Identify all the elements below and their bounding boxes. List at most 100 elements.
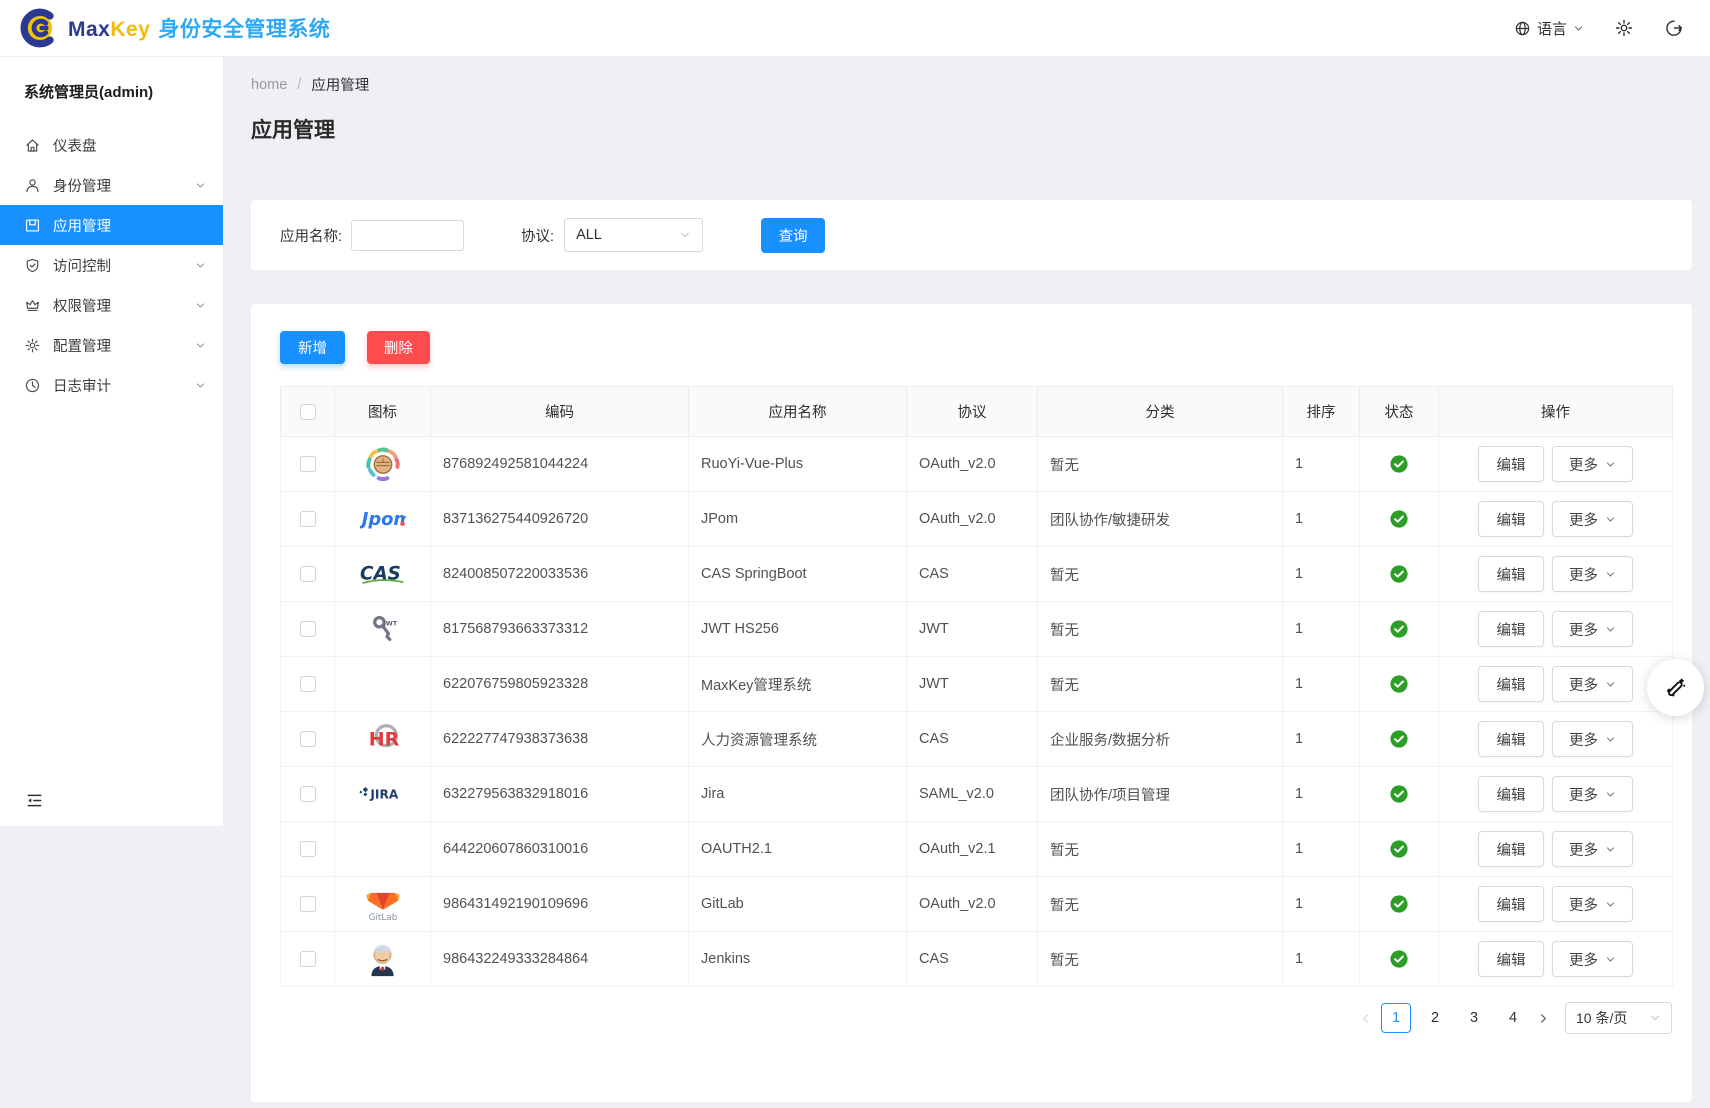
next-page-button[interactable] — [1537, 1012, 1550, 1025]
gear-icon — [24, 337, 41, 354]
page-number-3[interactable]: 3 — [1459, 1003, 1489, 1033]
row-checkbox[interactable] — [300, 841, 316, 857]
sidebar-item-identity[interactable]: 身份管理 — [0, 165, 223, 205]
row-checkbox[interactable] — [300, 731, 316, 747]
sidebar-item-access[interactable]: 访问控制 — [0, 245, 223, 285]
brand-max: Max — [68, 18, 110, 41]
more-button[interactable]: 更多 — [1552, 831, 1633, 867]
sidebar-item-dashboard[interactable]: 仪表盘 — [0, 125, 223, 165]
sidebar-item-label: 身份管理 — [53, 175, 111, 196]
row-checkbox[interactable] — [300, 456, 316, 472]
status-enabled-icon — [1389, 839, 1409, 859]
row-checkbox[interactable] — [300, 621, 316, 637]
row-checkbox[interactable] — [300, 566, 316, 582]
app-name: Jira — [689, 767, 907, 822]
sidebar-item-permission[interactable]: 权限管理 — [0, 285, 223, 325]
page-number-1[interactable]: 1 — [1381, 1003, 1411, 1033]
brand-suffix: 身份安全管理系统 — [158, 18, 330, 41]
more-button[interactable]: 更多 — [1552, 941, 1633, 977]
delete-button[interactable]: 删除 — [367, 331, 430, 364]
status-enabled-icon — [1389, 894, 1409, 914]
table-card: 新增 删除 图标编码应用名称协议分类排序状态操作 876892492581044… — [251, 304, 1692, 1102]
app-name-input[interactable] — [351, 220, 464, 251]
add-button[interactable]: 新增 — [280, 331, 345, 364]
chevron-down-icon — [1605, 954, 1616, 965]
globe-icon — [1514, 20, 1531, 37]
settings-gear-button[interactable] — [1614, 18, 1634, 38]
page-size-select[interactable]: 10 条/页 — [1565, 1002, 1672, 1034]
app-protocol: JWT — [907, 657, 1038, 712]
edit-button[interactable]: 编辑 — [1478, 446, 1544, 482]
more-button[interactable]: 更多 — [1552, 611, 1633, 647]
chevron-down-icon — [1649, 1012, 1661, 1024]
app-protocol: OAuth_v2.1 — [907, 822, 1038, 877]
more-button[interactable]: 更多 — [1552, 776, 1633, 812]
sidebar-item-audit[interactable]: 日志审计 — [0, 365, 223, 405]
row-checkbox[interactable] — [300, 896, 316, 912]
row-checkbox[interactable] — [300, 676, 316, 692]
theme-wand-button[interactable] — [1647, 659, 1704, 716]
clock-icon — [24, 377, 41, 394]
app-icon-jira: JIRA — [357, 785, 409, 804]
logout-icon[interactable] — [1664, 18, 1684, 38]
app-code: 986431492190109696 — [431, 877, 689, 932]
breadcrumb-home-link[interactable]: home — [251, 77, 287, 93]
column-header: 图标 — [335, 387, 431, 437]
edit-button[interactable]: 编辑 — [1478, 611, 1544, 647]
row-checkbox[interactable] — [300, 786, 316, 802]
app-code: 644220607860310016 — [431, 822, 689, 877]
app-protocol: CAS — [907, 932, 1038, 987]
user-icon — [24, 177, 41, 194]
protocol-select-value: ALL — [576, 227, 602, 243]
edit-button[interactable]: 编辑 — [1478, 831, 1544, 867]
table-row: 876892492581044224RuoYi-Vue-PlusOAuth_v2… — [281, 437, 1673, 492]
more-button[interactable]: 更多 — [1552, 446, 1633, 482]
more-button[interactable]: 更多 — [1552, 666, 1633, 702]
protocol-select[interactable]: ALL — [564, 218, 703, 252]
menu-fold-button[interactable] — [25, 791, 44, 810]
chevron-down-icon — [1605, 899, 1616, 910]
table-row: 644220607860310016OAUTH2.1OAuth_v2.1暂无1编… — [281, 822, 1673, 877]
edit-button[interactable]: 编辑 — [1478, 776, 1544, 812]
edit-button[interactable]: 编辑 — [1478, 886, 1544, 922]
edit-button[interactable]: 编辑 — [1478, 941, 1544, 977]
more-button[interactable]: 更多 — [1552, 721, 1633, 757]
svg-text:JWT: JWT — [382, 620, 397, 627]
more-button[interactable]: 更多 — [1552, 886, 1633, 922]
page-number-4[interactable]: 4 — [1498, 1003, 1528, 1033]
app-name-label: 应用名称: — [280, 225, 342, 246]
language-switcher[interactable]: 语言 — [1514, 18, 1584, 39]
app-icon-jwt: JWT — [365, 611, 401, 647]
status-enabled-icon — [1389, 454, 1409, 474]
row-checkbox[interactable] — [300, 511, 316, 527]
column-header: 编码 — [431, 387, 689, 437]
sidebar-item-config[interactable]: 配置管理 — [0, 325, 223, 365]
table-row: JWT817568793663373312JWT HS256JWT暂无1编辑更多 — [281, 602, 1673, 657]
column-header: 分类 — [1038, 387, 1283, 437]
app-name: 人力资源管理系统 — [689, 712, 907, 767]
edit-button[interactable]: 编辑 — [1478, 666, 1544, 702]
app-category: 暂无 — [1038, 602, 1283, 657]
breadcrumb-current: 应用管理 — [311, 74, 369, 95]
prev-page-button[interactable] — [1359, 1012, 1372, 1025]
maxkey-logo-icon — [18, 7, 60, 49]
status-enabled-icon — [1389, 949, 1409, 969]
app-sort: 1 — [1283, 492, 1360, 547]
more-button[interactable]: 更多 — [1552, 501, 1633, 537]
more-button[interactable]: 更多 — [1552, 556, 1633, 592]
chevron-down-icon — [1605, 789, 1616, 800]
select-all-checkbox[interactable] — [300, 404, 316, 420]
row-checkbox[interactable] — [300, 951, 316, 967]
page-number-2[interactable]: 2 — [1420, 1003, 1450, 1033]
brand-key: Key — [110, 18, 150, 41]
app-protocol: OAuth_v2.0 — [907, 492, 1038, 547]
brand-title: MaxKey 身份安全管理系统 — [68, 13, 330, 43]
edit-button[interactable]: 编辑 — [1478, 556, 1544, 592]
table-row: 622076759805923328MaxKey管理系统JWT暂无1编辑更多 — [281, 657, 1673, 712]
edit-button[interactable]: 编辑 — [1478, 721, 1544, 757]
svg-text:GitLab: GitLab — [368, 913, 397, 923]
app-icon-jpom: Jpom — [360, 506, 406, 532]
search-button[interactable]: 查询 — [761, 218, 825, 253]
sidebar-item-apps[interactable]: 应用管理 — [0, 205, 223, 245]
edit-button[interactable]: 编辑 — [1478, 501, 1544, 537]
